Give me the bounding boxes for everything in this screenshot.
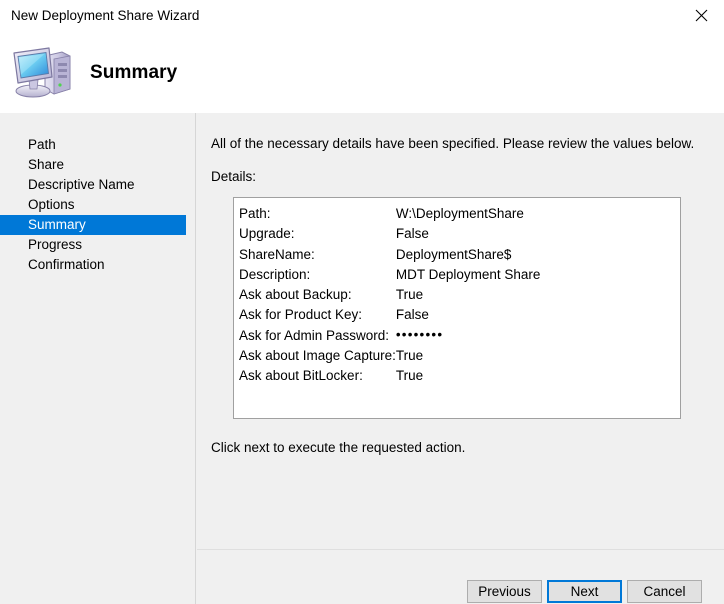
table-row: Upgrade: False — [239, 224, 540, 244]
detail-value: False — [396, 224, 541, 244]
details-label: Details: — [211, 169, 256, 184]
detail-key: Path: — [239, 204, 396, 224]
table-row: Ask about Backup: True — [239, 285, 540, 305]
table-row: ShareName: DeploymentShare$ — [239, 245, 540, 265]
close-glyph — [695, 9, 708, 22]
closing-instruction: Click next to execute the requested acti… — [211, 440, 465, 455]
detail-key: Ask for Product Key: — [239, 305, 396, 325]
wizard-step-list: Path Share Descriptive Name Options Summ… — [0, 135, 196, 275]
detail-value: MDT Deployment Share — [396, 265, 541, 285]
detail-value: W:\DeploymentShare — [396, 204, 541, 224]
detail-key: Upgrade: — [239, 224, 396, 244]
close-icon[interactable] — [679, 0, 724, 30]
footer-button-bar: Previous Next Cancel — [197, 550, 724, 604]
sidebar-item-summary[interactable]: Summary — [0, 215, 186, 235]
sidebar-item-descriptive-name[interactable]: Descriptive Name — [0, 175, 186, 195]
detail-value: True — [396, 366, 541, 386]
detail-key: Ask about Backup: — [239, 285, 396, 305]
table-row: Path: W:\DeploymentShare — [239, 204, 540, 224]
detail-value-masked: •••••••• — [396, 325, 541, 345]
details-table: Path: W:\DeploymentShare Upgrade: False … — [239, 204, 540, 387]
detail-key: Description: — [239, 265, 396, 285]
cancel-button[interactable]: Cancel — [627, 580, 702, 603]
table-row: Ask about BitLocker: True — [239, 366, 540, 386]
wizard-content: All of the necessary details have been s… — [197, 113, 724, 604]
sidebar-item-share[interactable]: Share — [0, 155, 186, 175]
detail-value: False — [396, 305, 541, 325]
detail-key: ShareName: — [239, 245, 396, 265]
table-row: Ask for Admin Password: •••••••• — [239, 326, 540, 346]
title-bar: New Deployment Share Wizard — [0, 0, 724, 32]
sidebar-item-path[interactable]: Path — [0, 135, 186, 155]
detail-key: Ask about Image Capture: — [239, 346, 396, 366]
details-summary-box: Path: W:\DeploymentShare Upgrade: False … — [233, 197, 681, 419]
computer-icon — [10, 44, 74, 102]
previous-button[interactable]: Previous — [467, 580, 542, 603]
detail-key: Ask about BitLocker: — [239, 366, 396, 386]
detail-value: True — [396, 346, 541, 366]
wizard-banner: Summary — [0, 32, 724, 113]
wizard-step-nav: Path Share Descriptive Name Options Summ… — [0, 113, 196, 604]
wizard-body: Path Share Descriptive Name Options Summ… — [0, 113, 724, 604]
intro-text: All of the necessary details have been s… — [211, 136, 694, 151]
table-row: Description: MDT Deployment Share — [239, 265, 540, 285]
detail-key: Ask for Admin Password: — [239, 326, 396, 346]
computer-glyph — [10, 44, 74, 102]
detail-value: True — [396, 285, 541, 305]
table-row: Ask for Product Key: False — [239, 305, 540, 325]
window-title: New Deployment Share Wizard — [11, 8, 199, 24]
detail-value: DeploymentShare$ — [396, 245, 541, 265]
new-deployment-share-wizard-window: New Deployment Share Wizard — [0, 0, 724, 604]
table-row: Ask about Image Capture: True — [239, 346, 540, 366]
sidebar-item-confirmation[interactable]: Confirmation — [0, 255, 186, 275]
page-title: Summary — [90, 62, 177, 84]
sidebar-item-options[interactable]: Options — [0, 195, 186, 215]
next-button[interactable]: Next — [547, 580, 622, 603]
sidebar-item-progress[interactable]: Progress — [0, 235, 186, 255]
